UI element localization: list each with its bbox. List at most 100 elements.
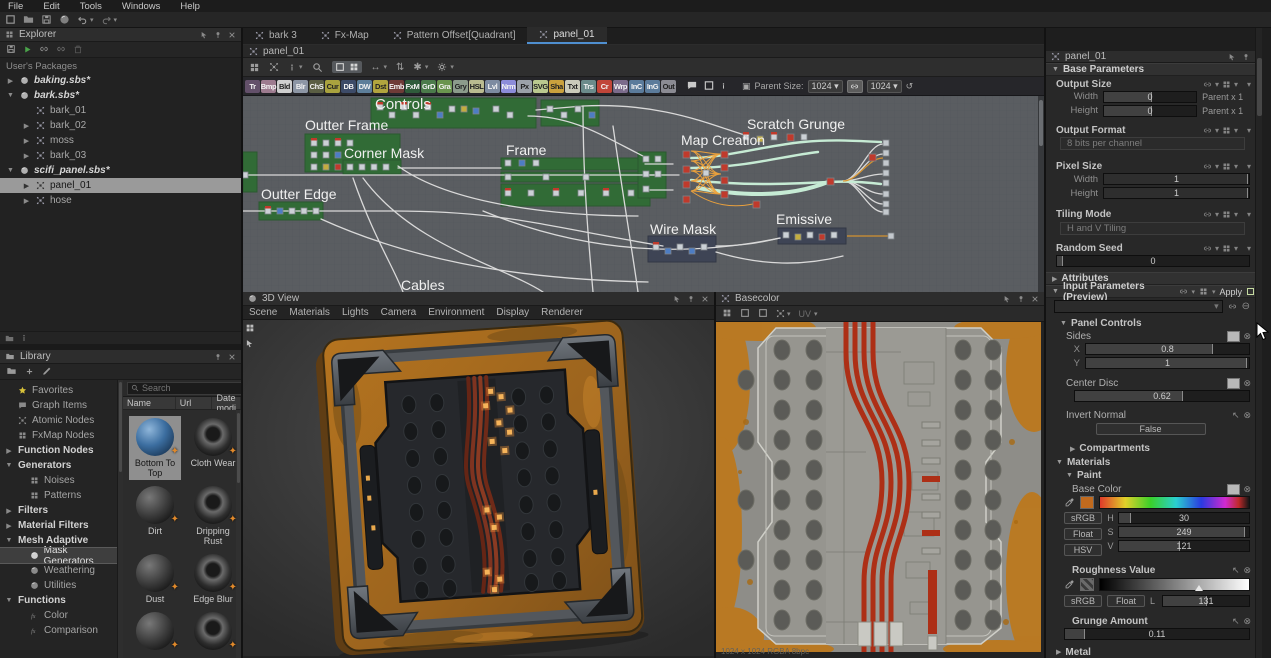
library-category-noises[interactable]: Noises xyxy=(0,473,117,488)
library-category-favorites[interactable]: Favorites xyxy=(0,383,117,398)
grid-icon[interactable] xyxy=(1222,210,1231,219)
srgb-button[interactable]: sRGB xyxy=(1064,595,1102,607)
node-chip-wrp[interactable]: Wrp xyxy=(613,80,628,93)
node-chip-svg[interactable]: SVG xyxy=(533,80,548,93)
roughness-gradient[interactable] xyxy=(1099,578,1250,591)
library-category-utilities[interactable]: Utilities xyxy=(0,578,117,593)
tree-item-bark-02[interactable]: ▶bark_02 xyxy=(0,118,241,133)
info-dropdown[interactable]: ▾ xyxy=(288,63,303,72)
view3d-pointer-icon[interactable] xyxy=(245,339,255,348)
node-chip-emb[interactable]: Emb xyxy=(389,80,404,93)
library-thumbnail-partial[interactable]: ✦ xyxy=(187,610,239,658)
library-thumbnail-dirt[interactable]: ✦Dirt xyxy=(129,484,181,548)
eyedropper-icon[interactable] xyxy=(1064,579,1075,590)
trash-icon[interactable] xyxy=(73,44,83,55)
properties-scrollbar[interactable] xyxy=(1255,28,1262,658)
frame-label-outter-frame[interactable]: Outter Frame xyxy=(305,117,388,133)
zoom-icon[interactable] xyxy=(312,62,323,73)
view3d-tool-icon[interactable] xyxy=(245,323,255,333)
roughness-l-slider[interactable]: 131 xyxy=(1162,595,1250,607)
edit-icon[interactable] xyxy=(42,366,52,377)
link-icon[interactable] xyxy=(1179,287,1188,296)
library-thumbnail-cloth-wear[interactable]: ✦Cloth Wear xyxy=(187,416,239,480)
category-arrow-icon[interactable]: ▶ xyxy=(5,447,13,455)
pin-comment-icon[interactable] xyxy=(720,81,727,92)
column-url[interactable]: Url xyxy=(176,397,213,409)
view3d-menu-scene[interactable]: Scene xyxy=(249,307,277,318)
saturation-slider[interactable]: 249 xyxy=(1118,526,1250,538)
tree-item-bark-01[interactable]: bark_01 xyxy=(0,103,241,118)
fit-all-icon[interactable] xyxy=(335,62,345,72)
view3d-menu-display[interactable]: Display xyxy=(496,307,529,318)
pixel-size-height-field[interactable]: 1 xyxy=(1103,187,1250,199)
search-input[interactable] xyxy=(142,383,241,393)
comment-icon[interactable] xyxy=(686,80,698,91)
tree-arrow-icon[interactable]: ▼ xyxy=(6,167,15,174)
preset-dropdown[interactable]: ▾ xyxy=(1054,300,1223,313)
pin-icon[interactable] xyxy=(1242,53,1250,61)
spacing-dropdown[interactable]: ↔▾ xyxy=(371,62,388,73)
frame-label-outter-edge[interactable]: Outter Edge xyxy=(261,186,337,202)
pixel-size-width-field[interactable]: 1 xyxy=(1103,173,1250,185)
node-chip-gry[interactable]: Gry xyxy=(453,80,468,93)
node-chip-gra[interactable]: Gra xyxy=(437,80,452,93)
frame-label-corner-mask[interactable]: Corner Mask xyxy=(344,145,425,161)
node-chip-dst[interactable]: Dst xyxy=(373,80,388,93)
undo-button[interactable]: ▾ xyxy=(77,14,94,25)
menu-windows[interactable]: Windows xyxy=(122,1,161,12)
view3d-menu-materials[interactable]: Materials xyxy=(289,307,330,318)
base-color-default-swatch[interactable] xyxy=(1227,484,1240,495)
apply-button[interactable]: Apply xyxy=(1220,287,1243,297)
view3d-menu-renderer[interactable]: Renderer xyxy=(541,307,583,318)
grid-icon[interactable] xyxy=(1222,126,1231,135)
float-button[interactable]: Float xyxy=(1107,595,1145,607)
channels-icon[interactable] xyxy=(722,308,732,319)
redo-button[interactable]: ▾ xyxy=(101,14,118,25)
center-disc-slider[interactable]: 0.62 xyxy=(1074,390,1250,402)
pointer-icon[interactable] xyxy=(1228,53,1236,61)
node-graph[interactable]: Controls Outter Frame Corner Mask Frame … xyxy=(243,96,1038,292)
node-chip-sha[interactable]: Sha xyxy=(549,80,564,93)
snap-grid-icon[interactable] xyxy=(249,62,260,73)
frame-label-scratch-grunge[interactable]: Scratch Grunge xyxy=(747,116,845,132)
node-chip-bmp[interactable]: Bmp xyxy=(261,80,276,93)
reset-icon[interactable]: ⊗ xyxy=(1244,484,1252,495)
frame-label-map-creation[interactable]: Map Creation xyxy=(681,132,765,148)
node-chip-txt[interactable]: Txt xyxy=(565,80,580,93)
frame-label-controls[interactable]: Controls xyxy=(375,96,431,113)
close-icon[interactable] xyxy=(228,31,236,39)
basecolor-texture[interactable] xyxy=(716,322,1041,652)
library-category-generators[interactable]: ▼Generators xyxy=(0,458,117,473)
reset-icon[interactable]: ⊗ xyxy=(1244,616,1252,627)
open-icon[interactable] xyxy=(23,14,34,25)
frame-label-cables[interactable]: Cables xyxy=(401,277,445,292)
node-chip-tr[interactable]: Tr xyxy=(245,80,260,93)
node-chip-cr[interactable]: Cr xyxy=(597,80,612,93)
graph-canvas[interactable]: Controls Outter Frame Corner Mask Frame … xyxy=(243,96,1044,292)
node-chip-chs[interactable]: ChS xyxy=(309,80,324,93)
output-size-height-slider[interactable]: 0 xyxy=(1103,105,1197,117)
pointer-icon[interactable]: ↖ xyxy=(1232,616,1240,627)
library-category-patterns[interactable]: Patterns xyxy=(0,488,117,503)
pointer-icon[interactable] xyxy=(200,31,208,39)
close-icon[interactable] xyxy=(701,295,709,303)
float-button[interactable]: Float xyxy=(1064,528,1102,540)
graph-scrollbar[interactable] xyxy=(1038,96,1044,292)
tab-pattern-offset-quadrant-[interactable]: Pattern Offset[Quadrant] xyxy=(381,27,528,44)
display-dropdown[interactable]: ▾ xyxy=(776,309,791,318)
reset-icon[interactable]: ⊗ xyxy=(1244,378,1252,389)
tree-item-bark-03[interactable]: ▶bark_03 xyxy=(0,148,241,163)
tiling-mode-dropdown[interactable]: H and V Tiling xyxy=(1060,222,1245,235)
sides-x-slider[interactable]: 0.8 xyxy=(1085,343,1250,355)
new-folder-icon[interactable] xyxy=(6,366,17,377)
tree-arrow-icon[interactable]: ▶ xyxy=(22,152,31,160)
node-chip-dw[interactable]: DW xyxy=(357,80,372,93)
apply-page-icon[interactable] xyxy=(1246,287,1255,296)
random-seed-slider[interactable]: 0 xyxy=(1056,255,1250,267)
tree-item-moss[interactable]: ▶moss xyxy=(0,133,241,148)
tree-arrow-icon[interactable]: ▶ xyxy=(22,122,31,130)
group-paint[interactable]: ▼Paint xyxy=(1066,470,1251,482)
tree-arrow-icon[interactable]: ▶ xyxy=(22,137,31,145)
package-icon[interactable] xyxy=(59,14,70,25)
grunge-slider[interactable]: 0.11 xyxy=(1064,628,1250,640)
